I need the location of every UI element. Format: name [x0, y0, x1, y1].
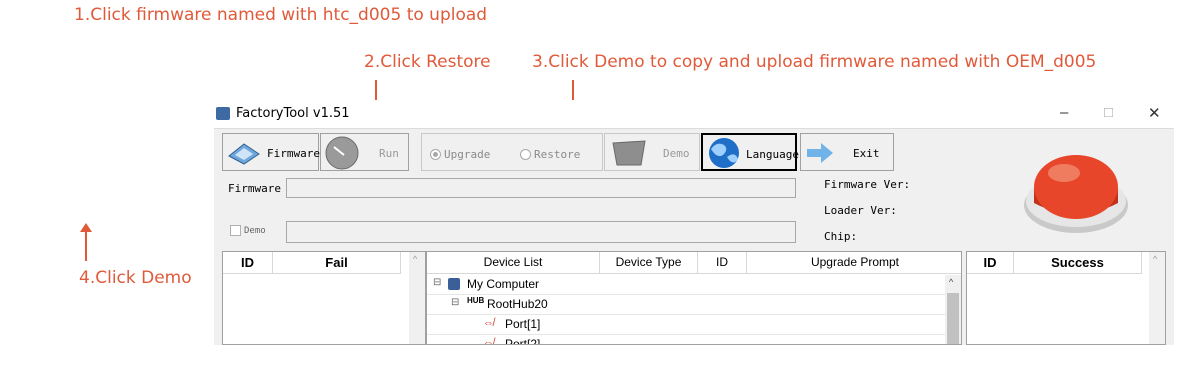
- annotation-step-2: 2.Click Restore: [364, 52, 491, 72]
- mode-radio-group: Upgrade Restore: [421, 133, 603, 171]
- restore-radio[interactable]: Restore: [520, 148, 580, 161]
- run-button[interactable]: Run: [320, 133, 409, 171]
- fail-table-header-fail: Fail: [273, 252, 401, 274]
- annotation-step-1: 1.Click firmware named with htc_d005 to …: [74, 5, 488, 25]
- tree-item-label: Port[1]: [505, 317, 541, 331]
- demo-checkbox[interactable]: [230, 225, 241, 236]
- scrollbar-thumb[interactable]: [947, 293, 959, 344]
- success-table-header-success: Success: [1014, 252, 1142, 274]
- arrow-up-icon: [80, 223, 92, 261]
- exit-button[interactable]: Exit: [800, 133, 894, 171]
- tree-item-port-2[interactable]: ⇎ Port[2]: [427, 335, 946, 345]
- language-button[interactable]: Language: [701, 133, 799, 171]
- usb-port-icon: ⇎: [483, 317, 494, 329]
- tree-collapse-icon: ⊟: [451, 297, 460, 308]
- window-title: FactoryTool v1.51: [236, 106, 350, 121]
- firmware-path-field[interactable]: [286, 178, 796, 198]
- device-table-header-list: Device List: [427, 252, 600, 274]
- tree-collapse-icon: ⊟: [433, 277, 442, 288]
- upgrade-radio-label: Upgrade: [444, 148, 491, 161]
- firmware-field-label: Firmware: [228, 182, 281, 195]
- chip-label: Chip:: [824, 230, 858, 243]
- annotation-step-4: 4.Click Demo: [79, 268, 192, 288]
- fail-table-scrollbar[interactable]: ^: [409, 252, 425, 344]
- device-table-scrollbar[interactable]: ^: [945, 275, 961, 344]
- firmware-version-label: Firmware Ver:: [824, 178, 911, 191]
- annotation-step-3: 3.Click Demo to copy and upload firmware…: [532, 52, 1097, 72]
- title-bar: FactoryTool v1.51 – □ ✕: [214, 100, 1174, 128]
- tree-item-label: Port[2]: [505, 337, 541, 345]
- chevron-up-icon: ^: [1153, 254, 1158, 264]
- globe-icon: [709, 138, 739, 168]
- tree-item-label: RootHub20: [487, 297, 548, 311]
- demo-path-field[interactable]: [286, 221, 796, 243]
- tree-item-port-1[interactable]: ⇎ Port[1]: [427, 315, 946, 335]
- radio-empty-icon: [520, 149, 531, 160]
- start-big-red-button[interactable]: [1022, 143, 1130, 239]
- success-table: ID Success ^: [966, 251, 1166, 345]
- success-table-header-id: ID: [967, 252, 1014, 274]
- firmware-chip-icon: [228, 143, 260, 165]
- usb-port-icon: ⇎: [483, 337, 494, 345]
- demo-button[interactable]: Demo: [604, 133, 700, 171]
- demo-button-label: Demo: [663, 147, 690, 160]
- tree-item-my-computer[interactable]: ⊟ My Computer: [427, 275, 946, 295]
- arrow-right-icon: [807, 143, 833, 163]
- run-dial-icon: [325, 136, 359, 170]
- device-list-table: Device List Device Type ID Upgrade Promp…: [426, 251, 962, 345]
- device-table-header-prompt: Upgrade Prompt: [747, 252, 961, 274]
- factory-tool-window: FactoryTool v1.51 – □ ✕ Firmware Run Upg…: [214, 100, 1174, 345]
- restore-radio-label: Restore: [534, 148, 581, 161]
- app-icon: [216, 107, 230, 120]
- demo-checkbox-label: Demo: [244, 226, 266, 236]
- chevron-up-icon: ^: [413, 254, 418, 264]
- language-button-label: Language: [746, 148, 799, 161]
- demo-folder-icon: [612, 140, 646, 166]
- device-table-header-id: ID: [698, 252, 747, 274]
- exit-button-label: Exit: [853, 147, 880, 160]
- loader-version-label: Loader Ver:: [824, 204, 897, 217]
- computer-icon: [448, 278, 460, 290]
- tree-item-label: My Computer: [467, 277, 540, 291]
- device-table-header-type: Device Type: [600, 252, 698, 274]
- maximize-button[interactable]: □: [1104, 104, 1113, 121]
- success-table-scrollbar[interactable]: ^: [1149, 252, 1165, 344]
- chevron-up-icon: ^: [949, 277, 954, 287]
- usb-hub-icon: HUB: [467, 296, 485, 305]
- upgrade-radio[interactable]: Upgrade: [430, 148, 490, 161]
- firmware-button[interactable]: Firmware: [222, 133, 320, 171]
- minimize-button[interactable]: –: [1060, 104, 1068, 121]
- radio-selected-icon: [430, 149, 441, 160]
- fail-table-header-id: ID: [223, 252, 273, 274]
- fail-table: ID Fail ^: [222, 251, 426, 345]
- close-button[interactable]: ✕: [1148, 104, 1161, 122]
- firmware-button-label: Firmware: [267, 147, 320, 160]
- tree-item-roothub[interactable]: ⊟ HUB RootHub20: [427, 295, 946, 315]
- window-client-area: Firmware Run Upgrade Restore Demo Langua…: [214, 128, 1174, 345]
- run-button-label: Run: [379, 147, 399, 160]
